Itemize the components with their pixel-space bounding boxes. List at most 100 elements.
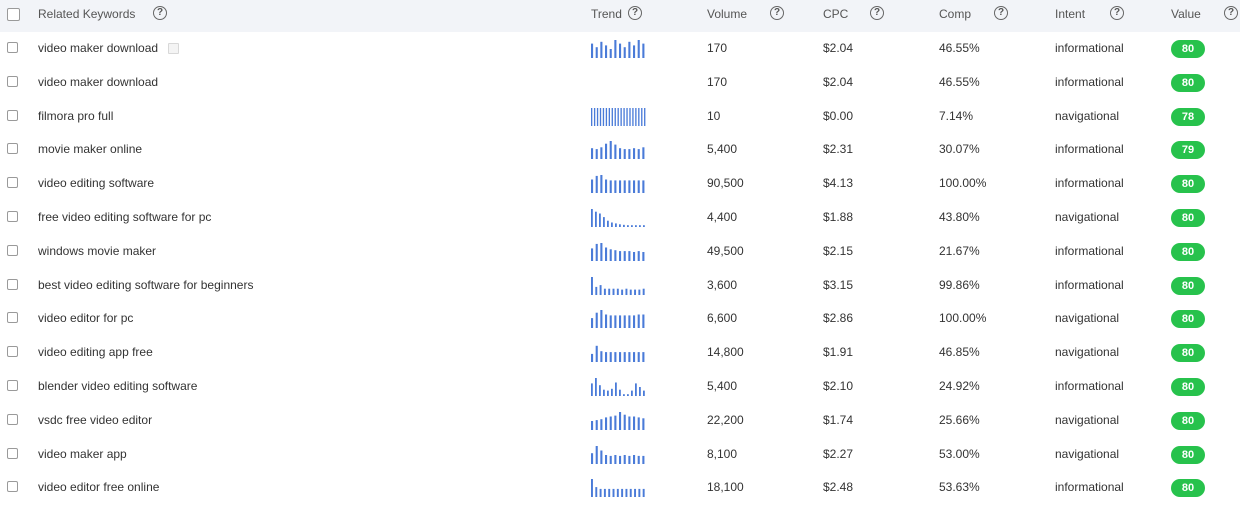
trend-bar <box>615 382 617 396</box>
trend-bar <box>642 43 645 58</box>
keyword-cell[interactable]: video maker app <box>38 447 127 461</box>
keyword-cell[interactable]: filmora pro full <box>38 109 113 123</box>
keyword-cell[interactable]: vsdc free video editor <box>38 413 152 427</box>
trend-bar <box>637 40 640 58</box>
trend-bar <box>600 147 603 160</box>
row-checkbox[interactable] <box>7 481 18 493</box>
trend-bar <box>603 288 606 295</box>
keyword-cell[interactable]: video editing software <box>38 176 154 190</box>
trend-bar <box>619 315 622 329</box>
keyword-help-icon[interactable]: ? <box>153 6 167 20</box>
header-trend[interactable]: Trend <box>591 7 622 21</box>
row-checkbox[interactable] <box>7 177 18 189</box>
table-row: video maker app 8,100 $2.27 53.00% navig… <box>0 437 1240 472</box>
row-checkbox[interactable] <box>7 346 18 358</box>
comp-cell: 46.55% <box>939 41 980 55</box>
intent-cell: informational <box>1055 74 1124 89</box>
row-checkbox[interactable] <box>7 211 18 222</box>
comp-help-icon[interactable]: ? <box>994 6 1008 20</box>
row-checkbox[interactable] <box>7 413 18 425</box>
volume-help-icon[interactable]: ? <box>770 6 784 20</box>
intent-cell: navigational <box>1055 108 1120 123</box>
header-intent[interactable]: Intent <box>1055 7 1085 21</box>
row-checkbox[interactable] <box>7 75 18 87</box>
trend-bar <box>608 489 611 498</box>
keyword-cell[interactable]: free video editing software for pc <box>38 210 211 224</box>
row-checkbox[interactable] <box>7 42 18 53</box>
trend-bar <box>616 288 619 295</box>
keyword-cell[interactable]: video editor free online <box>38 480 159 494</box>
trend-bar <box>605 247 608 261</box>
cpc-help-icon[interactable]: ? <box>870 6 884 20</box>
trend-bar <box>635 225 637 227</box>
cpc-cell: $3.15 <box>823 277 854 292</box>
trend-bar <box>591 148 594 160</box>
header-volume[interactable]: Volume <box>707 7 747 21</box>
trend-bar <box>619 411 622 430</box>
cpc-cell: $1.91 <box>823 345 854 360</box>
row-checkbox[interactable] <box>7 143 18 155</box>
header-cpc[interactable]: CPC <box>823 7 848 21</box>
value-badge: 80 <box>1171 209 1205 227</box>
cpc-cell: $4.13 <box>823 176 854 191</box>
keyword-cell[interactable]: movie maker online <box>38 142 142 156</box>
trend-bar <box>603 217 605 227</box>
intent-help-icon[interactable]: ? <box>1110 6 1124 20</box>
trend-bar <box>615 223 617 227</box>
keyword-cell[interactable]: video editor for pc <box>38 311 133 325</box>
trend-bar <box>609 416 612 430</box>
select-all-checkbox[interactable] <box>7 8 20 21</box>
row-checkbox[interactable] <box>7 380 18 391</box>
cpc-cell: $0.00 <box>823 108 854 123</box>
keyword-cell[interactable]: best video editing software for beginner… <box>38 278 253 292</box>
trend-bar <box>619 455 622 464</box>
trend-bar <box>614 249 617 261</box>
row-checkbox[interactable] <box>7 109 18 121</box>
trend-bar <box>623 149 626 160</box>
trend-bar <box>600 418 603 430</box>
row-checkbox[interactable] <box>7 278 18 290</box>
trend-bar <box>600 242 603 261</box>
comp-cell: 25.66% <box>939 412 980 427</box>
value-help-icon[interactable]: ? <box>1224 6 1238 20</box>
volume-cell: 22,200 <box>707 412 744 427</box>
keyword-cell[interactable]: video maker download <box>38 75 158 89</box>
keyword-cell[interactable]: video editing app free <box>38 345 153 359</box>
table-row: vsdc free video editor 22,200 $1.74 25.6… <box>0 403 1240 438</box>
row-checkbox[interactable] <box>7 312 18 324</box>
trend-bar <box>609 249 612 261</box>
trend-bar <box>623 180 626 194</box>
trend-bar <box>595 378 597 396</box>
trend-bar <box>591 179 594 194</box>
value-badge: 80 <box>1171 310 1205 329</box>
intent-cell: informational <box>1055 243 1124 258</box>
keyword-cell[interactable]: blender video editing software <box>38 379 197 393</box>
comp-cell: 53.63% <box>939 480 980 495</box>
header-value[interactable]: Value <box>1171 7 1201 21</box>
trend-bar <box>628 352 631 363</box>
trend-bar <box>623 454 626 464</box>
trend-bar <box>595 211 597 227</box>
header-comp[interactable]: Comp <box>939 7 971 21</box>
trend-bar <box>631 390 633 396</box>
copy-icon[interactable] <box>168 43 179 54</box>
trend-bar <box>591 209 593 227</box>
trend-bar <box>639 225 641 227</box>
cpc-cell: $2.48 <box>823 480 854 495</box>
value-badge: 80 <box>1171 445 1205 464</box>
row-checkbox[interactable] <box>7 447 18 459</box>
keyword-cell[interactable]: video maker download <box>38 41 158 55</box>
trend-bar <box>623 250 626 261</box>
trend-help-icon[interactable]: ? <box>628 6 642 20</box>
intent-cell: navigational <box>1055 311 1120 326</box>
header-keyword[interactable]: Related Keywords <box>38 7 135 21</box>
trend-bar <box>623 224 625 227</box>
intent-cell: informational <box>1055 379 1124 393</box>
row-checkbox[interactable] <box>7 244 18 256</box>
trend-bar <box>591 452 594 464</box>
trend-bar <box>591 479 593 498</box>
trend-bar <box>625 288 628 295</box>
trend-bar <box>637 417 640 430</box>
trend-bar <box>619 148 622 160</box>
keyword-cell[interactable]: windows movie maker <box>38 244 156 258</box>
